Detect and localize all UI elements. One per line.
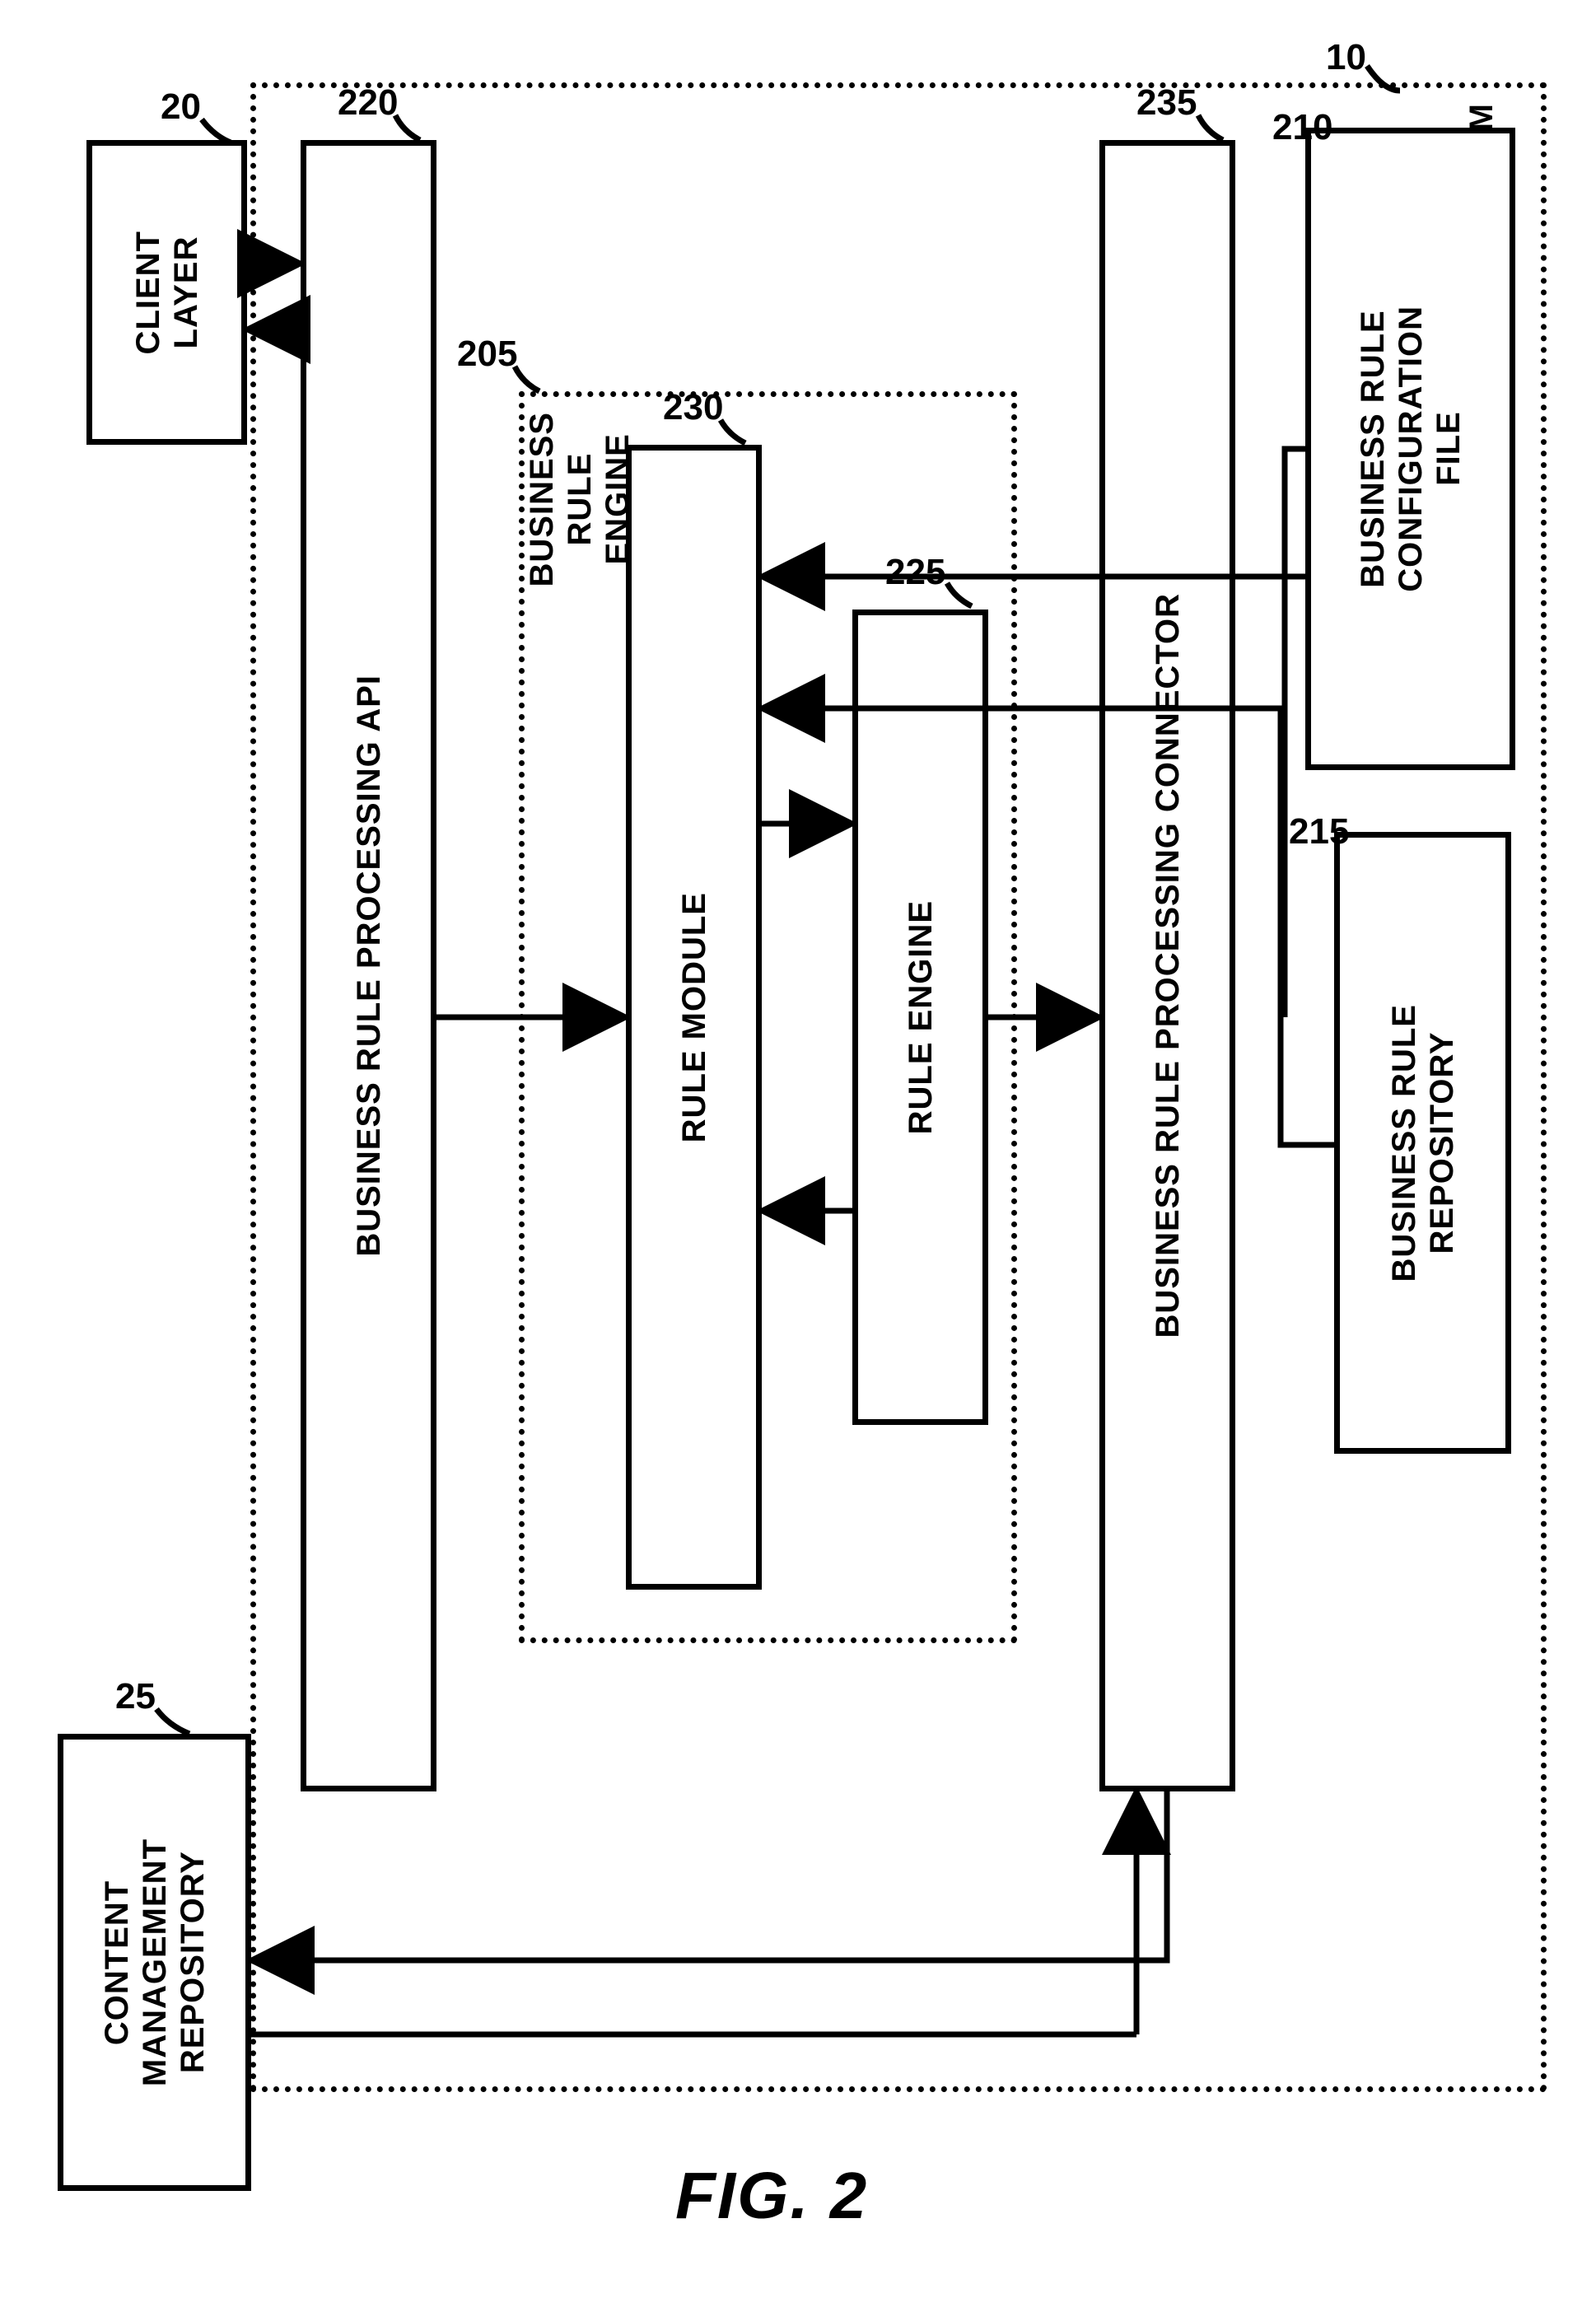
rule-engine-label: RULE ENGINE [902, 900, 940, 1134]
connector-ref: 235 [1136, 82, 1197, 124]
rule-module-ref: 230 [663, 387, 723, 428]
rule-repo: BUSINESS RULE REPOSITORY [1334, 832, 1511, 1454]
connector-text: BUSINESS RULE PROCESSING CONNECTOR [1149, 593, 1187, 1338]
rule-engine-ref: 225 [885, 552, 945, 593]
rule-repo-label: BUSINESS RULE REPOSITORY [1385, 1004, 1461, 1282]
business-rule-engine-label: BUSINESS RULE ENGINE [523, 412, 637, 587]
connector: BUSINESS RULE PROCESSING CONNECTOR [1099, 140, 1235, 1791]
rule-module-label: RULE MODULE [675, 892, 713, 1142]
config-file: BUSINESS RULE CONFIGURATION FILE [1305, 128, 1515, 770]
rule-engine: RULE ENGINE [852, 610, 988, 1425]
rule-module: RULE MODULE [626, 445, 762, 1590]
diagram-canvas: BUSINESS RULE PROCESSING SYSTEM 10 CLIEN… [0, 0, 1596, 2312]
business-rule-engine-ref: 205 [457, 334, 517, 375]
config-file-ref: 210 [1272, 107, 1332, 148]
figure-caption: FIG. 2 [675, 2158, 868, 2234]
config-file-label: BUSINESS RULE CONFIGURATION FILE [1354, 306, 1468, 592]
rule-repo-ref: 215 [1289, 811, 1349, 852]
